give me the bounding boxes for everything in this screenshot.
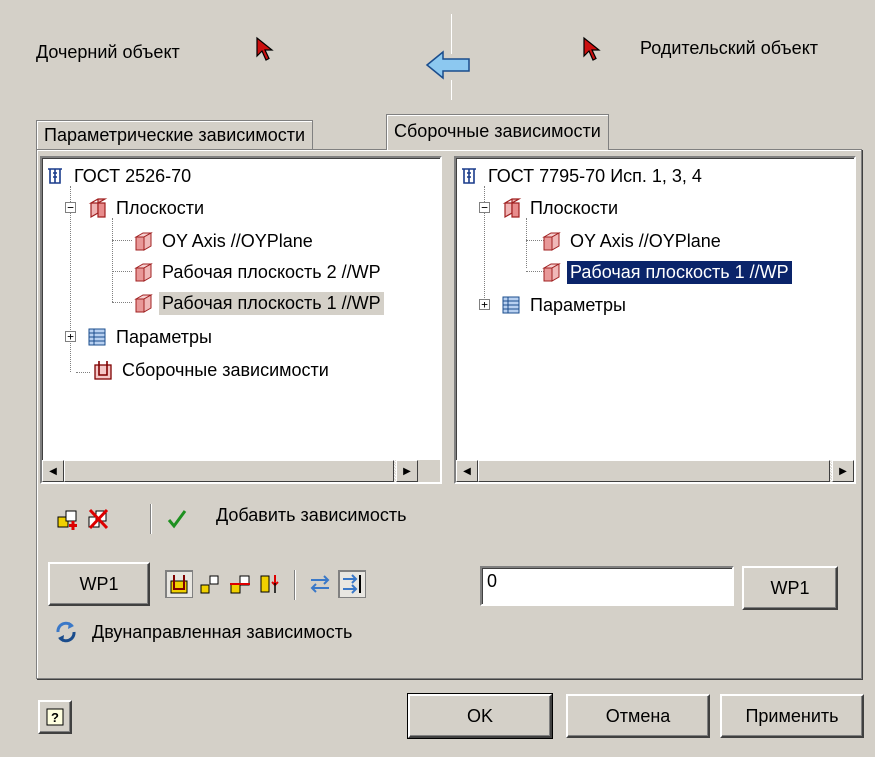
tree-node-plane-2[interactable]: Рабочая плоскость 1 //WP	[132, 288, 384, 318]
tree-node-plane-1[interactable]: Рабочая плоскость 1 //WP	[540, 257, 793, 287]
offset-value-input[interactable]: 0	[480, 566, 734, 606]
child-pick-button[interactable]	[254, 36, 276, 67]
swap-direction-tool[interactable]	[306, 570, 334, 598]
align-tool[interactable]	[226, 570, 254, 598]
scroll-thumb[interactable]	[478, 460, 830, 482]
tree-node-constraints[interactable]: Сборочные зависимости	[92, 355, 332, 385]
direction-tool[interactable]	[338, 570, 366, 598]
bidirectional-toggle[interactable]	[54, 620, 78, 649]
right-tree[interactable]: ГОСТ 7795-70 Исп. 1, 3, 4 − Плоскости OY…	[454, 156, 856, 484]
align-icon	[230, 575, 250, 594]
tree-node-label: ГОСТ 2526-70	[74, 165, 192, 186]
part-icon	[48, 168, 62, 184]
plane-icon	[134, 232, 153, 251]
refresh-icon	[56, 621, 76, 643]
tree-node-label: OY Axis //OYPlane	[570, 230, 721, 251]
tree-node-planes[interactable]: Плоскости	[500, 193, 621, 223]
direction-arrow[interactable]	[425, 50, 473, 85]
arrow-left-icon	[425, 50, 470, 80]
tree-node-label: Параметры	[116, 326, 212, 347]
opposite-icon	[260, 575, 279, 593]
left-tree[interactable]: ГОСТ 2526-70 − Плоскости OY Axis //OYPla…	[40, 156, 442, 484]
tree-node-label: Рабочая плоскость 1 //WP	[159, 291, 384, 315]
right-tree-hscroll[interactable]: ◀ ▶	[456, 460, 854, 482]
bidirectional-label: Двунаправленная зависимость	[92, 622, 353, 642]
tree-node-label: Параметры	[530, 294, 626, 315]
scroll-thumb[interactable]	[64, 460, 394, 482]
tree-node-label: Сборочные зависимости	[122, 359, 329, 380]
assembly-constraints-icon	[94, 361, 112, 380]
scroll-right-button[interactable]: ▶	[832, 460, 854, 482]
child-object-label: Дочерний объект	[36, 42, 180, 62]
help-button[interactable]: ?	[38, 700, 72, 734]
ok-button[interactable]: OK	[407, 693, 553, 739]
tab-parametric[interactable]: Параметрические зависимости	[36, 120, 314, 150]
divider-top	[451, 14, 452, 54]
tree-node-label: Плоскости	[530, 197, 619, 218]
left-tree-hscroll[interactable]: ◀ ▶	[42, 460, 418, 482]
cursor-pick-icon	[256, 36, 274, 61]
scroll-left-button[interactable]: ◀	[456, 460, 478, 482]
tree-node-parameters[interactable]: Параметры	[86, 322, 215, 352]
collapse-toggle[interactable]: −	[479, 202, 490, 213]
apply-button[interactable]: Применить	[720, 694, 864, 738]
expand-toggle[interactable]: +	[65, 331, 76, 342]
plane-icon	[542, 263, 561, 282]
tree-node-label: Рабочая плоскость 1 //WP	[566, 259, 793, 285]
tree-node-plane-0[interactable]: OY Axis //OYPlane	[132, 226, 316, 256]
tab-assembly[interactable]: Сборочные зависимости	[386, 114, 609, 150]
tree-node-planes[interactable]: Плоскости	[86, 193, 207, 223]
tree-node-label: ГОСТ 7795-70 Исп. 1, 3, 4	[488, 165, 702, 186]
tree-node-label: Плоскости	[116, 197, 205, 218]
direction-arrows-icon	[343, 574, 361, 594]
coincident-tool[interactable]	[165, 570, 193, 598]
tree-node-root[interactable]: ГОСТ 2526-70	[44, 161, 194, 191]
delete-constraint-icon	[88, 508, 109, 530]
add-constraint-icon	[57, 510, 77, 530]
swap-arrows-icon	[310, 575, 330, 593]
cursor-pick-icon	[583, 36, 601, 61]
parameters-icon	[502, 296, 520, 314]
part-icon	[462, 168, 476, 184]
collapse-toggle[interactable]: −	[65, 202, 76, 213]
tree-node-label: Рабочая плоскость 2 //WP	[162, 261, 381, 282]
planes-icon	[88, 198, 108, 219]
tree-node-plane-1[interactable]: Рабочая плоскость 2 //WP	[132, 257, 384, 287]
scroll-left-button[interactable]: ◀	[42, 460, 64, 482]
offset-icon	[200, 575, 219, 594]
help-icon: ?	[46, 708, 64, 726]
coincident-icon	[170, 575, 188, 594]
tree-node-label: OY Axis //OYPlane	[162, 230, 313, 251]
plane-icon	[542, 232, 561, 251]
tree-node-plane-0[interactable]: OY Axis //OYPlane	[540, 226, 724, 256]
parent-pick-button[interactable]	[581, 36, 603, 67]
right-wp-button[interactable]: WP1	[742, 566, 838, 610]
scroll-right-button[interactable]: ▶	[396, 460, 418, 482]
add-constraint-label: Добавить зависимость	[216, 505, 407, 525]
add-constraint-tool[interactable]	[54, 505, 82, 533]
checkmark-icon	[167, 510, 187, 529]
cancel-button[interactable]: Отмена	[566, 694, 710, 738]
plane-icon	[134, 294, 153, 313]
tree-node-parameters[interactable]: Параметры	[500, 290, 629, 320]
apply-check-tool[interactable]	[163, 505, 191, 533]
delete-constraint-tool[interactable]	[84, 505, 112, 533]
svg-text:?: ?	[51, 710, 59, 725]
offset-tool[interactable]	[196, 570, 224, 598]
planes-icon	[502, 198, 522, 219]
plane-icon	[134, 263, 153, 282]
opposite-tool[interactable]	[256, 570, 284, 598]
parent-object-label: Родительский объект	[640, 38, 819, 58]
expand-toggle[interactable]: +	[479, 299, 490, 310]
left-wp-button[interactable]: WP1	[48, 562, 150, 606]
tree-node-root[interactable]: ГОСТ 7795-70 Исп. 1, 3, 4	[458, 161, 705, 191]
parameters-icon	[88, 328, 106, 346]
